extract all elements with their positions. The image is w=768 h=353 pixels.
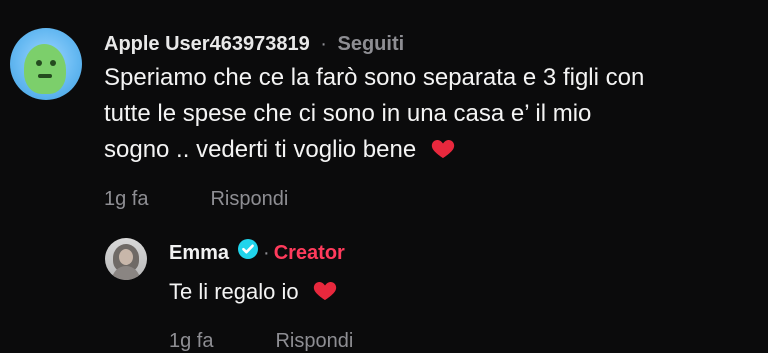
reply-separator-dot: · — [263, 242, 270, 264]
comment-time: 1g fa — [104, 188, 149, 210]
reply-meta: 1g fa Rispondi — [169, 330, 353, 353]
comment-text: Speriamo che ce la farò sono separata e … — [104, 60, 764, 168]
verified-badge-icon — [229, 238, 263, 268]
comment-meta: 1g fa Rispondi — [104, 188, 764, 211]
reply-avatar[interactable] — [105, 238, 147, 280]
reply-text-content: Te li regalo io — [169, 279, 299, 304]
comments-screen: Apple User463973819 · Seguiti Speriamo c… — [0, 0, 768, 353]
reply-body: Emma · Creator Te li regalo io 1g fa Ris… — [169, 238, 353, 353]
comment-text-line-2: tutte le spese che ci sono in una casa e… — [104, 100, 592, 127]
avatar-illustration — [24, 44, 66, 94]
avatar-eye-right — [50, 60, 56, 66]
comment-item: Apple User463973819 · Seguiti Speriamo c… — [10, 28, 764, 211]
comment-header: Apple User463973819 · Seguiti — [104, 32, 764, 56]
comment-text-line-1: Speriamo che ce la farò sono separata e … — [104, 64, 645, 91]
follow-status[interactable]: Seguiti — [338, 33, 405, 55]
avatar[interactable] — [10, 28, 82, 100]
reply-button[interactable]: Rispondi — [210, 188, 288, 211]
heart-icon — [313, 278, 337, 300]
reply-username[interactable]: Emma — [169, 239, 229, 267]
reply-header: Emma · Creator — [169, 238, 353, 268]
reply-time: 1g fa — [169, 330, 214, 352]
reply-item: Emma · Creator Te li regalo io 1g fa Ris… — [105, 238, 353, 353]
reply-reply-button[interactable]: Rispondi — [275, 330, 353, 353]
avatar-mouth — [38, 74, 52, 78]
avatar-eye-left — [36, 60, 42, 66]
avatar-face — [119, 249, 133, 265]
reply-text: Te li regalo io — [169, 276, 353, 308]
comment-text-line-3: sogno .. vederti ti voglio bene — [104, 132, 764, 168]
creator-badge: Creator — [273, 242, 345, 264]
separator-dot: · — [320, 33, 327, 55]
comment-body: Apple User463973819 · Seguiti Speriamo c… — [104, 28, 764, 211]
heart-icon — [431, 134, 455, 158]
comment-username[interactable]: Apple User463973819 — [104, 33, 310, 55]
comment-text-line-3-text: sogno .. vederti ti voglio bene — [104, 136, 417, 163]
